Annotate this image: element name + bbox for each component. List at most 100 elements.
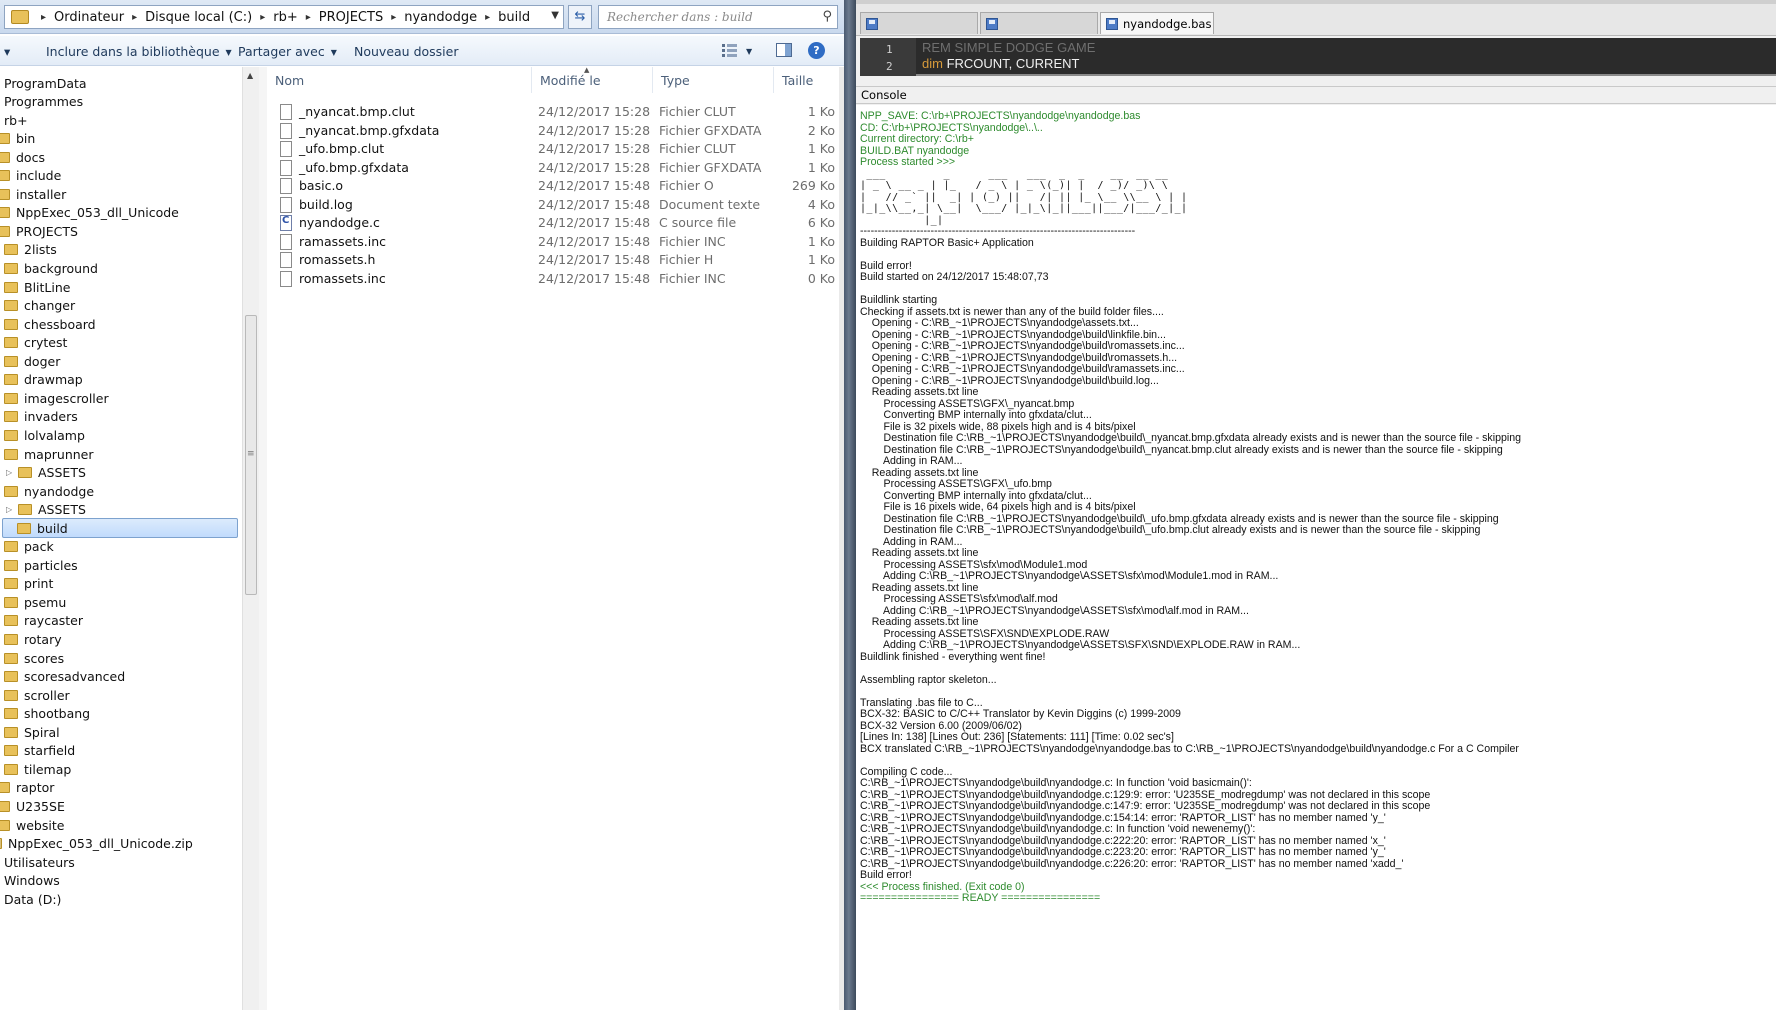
- nav-item[interactable]: starfield: [4, 741, 75, 761]
- folder-icon: [17, 522, 31, 534]
- breadcrumb-item[interactable]: ▸ Ordinateur: [33, 10, 124, 25]
- nav-item[interactable]: chessboard: [4, 314, 96, 334]
- nav-item[interactable]: Windows: [4, 871, 60, 891]
- chevron-down-icon[interactable]: ▼: [551, 10, 559, 21]
- nav-item[interactable]: docs: [0, 147, 45, 167]
- nav-item[interactable]: lolvalamp: [4, 425, 85, 445]
- folder-icon: [4, 763, 18, 775]
- file-modified-date: 24/12/2017 15:48: [538, 196, 651, 212]
- nav-item[interactable]: ProgramData: [4, 73, 87, 93]
- dropdown-icon: ▼: [330, 48, 337, 57]
- search-input[interactable]: Rechercher dans : build ⚲: [598, 5, 838, 29]
- nav-item[interactable]: nyandodge: [4, 481, 94, 501]
- nav-item[interactable]: NppExec_053_dll_Unicode.zip: [0, 834, 193, 854]
- breadcrumb-item[interactable]: ▸ PROJECTS: [298, 10, 383, 25]
- nav-item[interactable]: print: [4, 574, 53, 594]
- include-in-library-button[interactable]: Inclure dans la bibliothèque ▼: [46, 44, 232, 59]
- nav-item-label: website: [16, 817, 65, 833]
- address-bar[interactable]: ▸ Ordinateur ▸ Disque local (C:) ▸ rb+ ▸ PROJEC…: [4, 5, 564, 29]
- nav-item[interactable]: U235SE: [0, 796, 65, 816]
- nav-item[interactable]: include: [0, 166, 61, 186]
- console-output[interactable]: NPP_SAVE: C:\rb+\PROJECTS\nyandodge\nyan…: [856, 105, 1776, 1010]
- share-with-button[interactable]: Partager avec ▼: [238, 44, 337, 59]
- nav-item[interactable]: maprunner: [4, 444, 94, 464]
- nav-item[interactable]: BlitLine: [4, 277, 70, 297]
- search-placeholder: Rechercher dans : build: [607, 10, 753, 24]
- nav-item[interactable]: bin: [0, 129, 35, 149]
- breadcrumb-separator-icon[interactable]: ▸: [391, 12, 396, 23]
- file-name: _ufo.bmp.gfxdata: [299, 159, 409, 175]
- nav-item[interactable]: crytest: [4, 333, 67, 353]
- breadcrumb-separator-icon[interactable]: ▸: [132, 12, 137, 23]
- nav-item[interactable]: scores: [4, 648, 64, 668]
- breadcrumb-item[interactable]: ▸ nyandodge: [383, 10, 477, 25]
- c-source-file-icon: [280, 215, 292, 231]
- comment-text: REM SIMPLE DODGE GAME: [922, 40, 1096, 55]
- nav-item[interactable]: background: [4, 259, 98, 279]
- nav-item[interactable]: changer: [4, 296, 75, 316]
- tab-nyandodge-bas[interactable]: nyandodge.bas: [1100, 12, 1214, 34]
- file-row[interactable]: romassets.inc 24/12/2017 15:48 Fichier INC…: [267, 268, 839, 289]
- expand-arrow-icon[interactable]: ▷: [6, 505, 16, 514]
- nav-item[interactable]: Data (D:): [4, 889, 61, 909]
- breadcrumb-item[interactable]: ▸ rb+: [252, 10, 298, 25]
- nav-scrollbar[interactable]: ▲ ≡: [242, 67, 259, 1010]
- breadcrumb-item[interactable]: ▸ Disque local (C:): [124, 10, 252, 25]
- nav-item[interactable]: 2lists: [4, 240, 57, 260]
- nav-item[interactable]: Utilisateurs: [4, 852, 75, 872]
- nav-item[interactable]: invaders: [4, 407, 78, 427]
- nav-item[interactable]: PROJECTS: [0, 221, 78, 241]
- column-header-type[interactable]: Type: [653, 67, 774, 93]
- nav-item[interactable]: ▷ ASSETS: [6, 463, 86, 483]
- nav-item[interactable]: shootbang: [4, 704, 90, 724]
- nav-item[interactable]: website: [0, 815, 64, 835]
- breadcrumb-separator-icon[interactable]: ▸: [485, 12, 490, 23]
- view-options-icon[interactable]: [722, 43, 738, 57]
- organize-arrow-icon[interactable]: ▾: [4, 44, 10, 59]
- search-icon[interactable]: ⚲: [822, 9, 832, 24]
- nav-item[interactable]: rb+: [4, 110, 28, 130]
- nav-item-label: changer: [24, 298, 76, 314]
- column-header-size[interactable]: Taille: [774, 67, 839, 93]
- nav-item[interactable]: ▷ ASSETS: [6, 500, 86, 520]
- nav-item[interactable]: imagescroller: [4, 388, 109, 408]
- column-header-name[interactable]: Nom: [267, 67, 532, 93]
- new-folder-button[interactable]: Nouveau dossier: [354, 44, 458, 59]
- nav-item[interactable]: NppExec_053_dll_Unicode: [0, 203, 179, 223]
- tab-2[interactable]: [980, 12, 1098, 34]
- folder-icon: [0, 819, 10, 831]
- breadcrumb-item[interactable]: ▸ build: [477, 10, 530, 25]
- nav-item[interactable]: build: [2, 518, 238, 539]
- window-splitter[interactable]: [844, 0, 856, 1010]
- view-dropdown-icon[interactable]: ▼: [746, 47, 752, 56]
- expand-arrow-icon[interactable]: ▷: [6, 468, 16, 477]
- nav-item[interactable]: Programmes: [4, 92, 83, 112]
- nav-item[interactable]: tilemap: [4, 759, 71, 779]
- column-header-modified[interactable]: Modifié le: [532, 67, 653, 93]
- scroll-up-icon[interactable]: ▲: [247, 71, 253, 80]
- nav-item[interactable]: raptor: [0, 778, 54, 798]
- code-editor[interactable]: 1 REM SIMPLE DODGE GAME 2 dim FRCOUNT, C…: [860, 38, 1776, 76]
- help-icon[interactable]: ?: [808, 42, 825, 59]
- nav-item-label: background: [24, 261, 98, 276]
- nav-item[interactable]: psemu: [4, 592, 66, 612]
- nav-item[interactable]: Spiral: [4, 722, 60, 742]
- nav-item[interactable]: pack: [4, 537, 54, 557]
- breadcrumb-separator-icon[interactable]: ▸: [41, 12, 46, 23]
- nav-item[interactable]: drawmap: [4, 370, 83, 390]
- nav-item[interactable]: installer: [0, 184, 66, 204]
- nav-item[interactable]: particles: [4, 555, 78, 575]
- breadcrumb-separator-icon[interactable]: ▸: [306, 12, 311, 23]
- nav-item[interactable]: scroller: [4, 685, 70, 705]
- nav-item[interactable]: raycaster: [4, 611, 83, 631]
- nav-item[interactable]: doger: [4, 351, 60, 371]
- preview-pane-icon[interactable]: [776, 43, 792, 57]
- refresh-button[interactable]: ⇆: [568, 5, 592, 29]
- file-type: C source file: [659, 215, 737, 230]
- pane-divider[interactable]: [259, 67, 267, 1010]
- nav-item[interactable]: rotary: [4, 630, 62, 650]
- tab-1[interactable]: [860, 12, 978, 34]
- nav-item[interactable]: scoresadvanced: [4, 667, 125, 687]
- console-line: Buildlink finished - everything went fin…: [860, 650, 1046, 663]
- breadcrumb-separator-icon[interactable]: ▸: [260, 12, 265, 23]
